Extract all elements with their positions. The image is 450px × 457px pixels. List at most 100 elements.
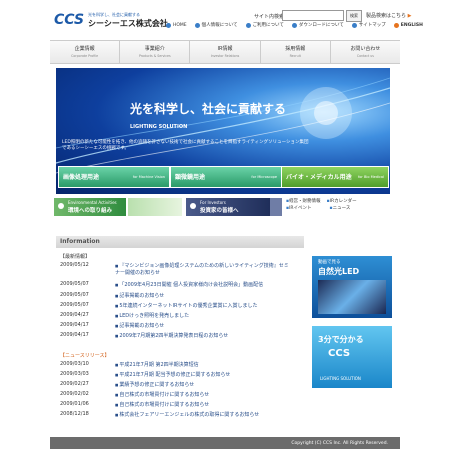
site-search-input[interactable] <box>282 10 344 21</box>
banner-label: 投資家の皆様へ <box>200 208 239 214</box>
ccs-logo-mark: CCS <box>54 12 84 28</box>
ir-links: ▪経営・財務情報 ▪IRカレンダー ▪IRイベント ▪ニュース <box>286 198 396 212</box>
list-item[interactable]: 2009/01/06 自己株式の市場買付けに関するお知らせ <box>60 401 300 411</box>
list-item[interactable]: 2009/05/07 「2009年4月23日開催 個人投資家様向け会社説明会」動… <box>60 281 300 291</box>
list-item[interactable]: 2009/02/02 自己株式の市場買付けに関するお知らせ <box>60 391 300 401</box>
svg-text:CCS: CCS <box>54 12 84 28</box>
item-date: 2009/02/27 <box>60 381 89 387</box>
list-item[interactable]: 2009/02/27 業績予想の修正に関するお知らせ <box>60 381 300 391</box>
nav-label: 企業情報 <box>74 46 95 52</box>
item-title: 記事掲載のお知らせ <box>115 322 299 329</box>
item-title: 記事掲載のお知らせ <box>115 292 299 299</box>
category-sublabel: for Microscope <box>251 175 277 179</box>
list-item[interactable]: 2009/05/07 記事掲載のお知らせ <box>60 292 300 302</box>
list-item[interactable]: 2009/03/03 平成21年7月期 配当予想の修正に関するお知らせ <box>60 371 300 381</box>
util-privacy[interactable]: 個人情報について <box>194 21 238 29</box>
ccs-in-3-minutes-banner[interactable]: 3分で分かる CCS LIGHTING SOLUTION <box>312 326 392 388</box>
banner-sublabel: 動画で見る <box>318 260 341 265</box>
company-logo[interactable]: CCS 光を科学し、社会に貢献する シーシーエス株式会社 <box>54 10 168 28</box>
investors-illustration <box>270 198 282 216</box>
natural-light-led-video-banner[interactable]: 動画で見る 自然光LED <box>312 256 392 318</box>
nav-contact[interactable]: お問い合わせ Contact us <box>331 41 400 63</box>
util-home-label: HOME <box>173 22 187 28</box>
util-privacy-label: 個人情報について <box>201 23 238 28</box>
bullet-icon <box>245 22 251 28</box>
nav-label: 採用情報 <box>285 46 306 52</box>
nav-sublabel: Investor Relations <box>210 54 240 58</box>
ir-link-finance[interactable]: ▪経営・財務情報 <box>286 198 321 205</box>
list-item[interactable]: 2009/04/27 LEDけっき照明を発売しました <box>60 312 300 322</box>
ir-link-news[interactable]: ▪ニュース <box>330 205 351 212</box>
util-sitemap[interactable]: サイトマップ <box>351 21 386 29</box>
home-icon <box>166 22 171 28</box>
category-bio-medical-button[interactable]: バイオ・メディカル用途 for Bio Medical <box>281 166 389 188</box>
item-title: 2009年7月期第2四半期決算発表日程のお知らせ <box>115 332 299 339</box>
item-title: 平成21年7月期 配当予想の修正に関するお知らせ <box>115 371 299 378</box>
information-title: Information <box>60 238 100 245</box>
latest-label: 【最新情報】 <box>60 254 91 260</box>
item-title: 自己株式の市場買付けに関するお知らせ <box>115 401 299 408</box>
site-footer: Copyright (C) CCS Inc. All Rights Reserv… <box>50 437 400 449</box>
list-item[interactable]: 2009/04/17 記事掲載のお知らせ <box>60 322 300 332</box>
util-english[interactable]: ENGLISH <box>393 21 423 29</box>
bullet-icon <box>291 22 297 28</box>
banner-sublabel: Environmental Activities <box>68 200 117 205</box>
nav-sublabel: Recruit <box>289 54 301 58</box>
search-label: サイト内検索 <box>254 14 285 20</box>
banner-sublabel: For Investors <box>200 200 226 205</box>
ir-link-events[interactable]: ▪IRイベント <box>286 205 312 212</box>
category-machine-vision-button[interactable]: 画像処理用途 for Machine Vision <box>58 166 170 188</box>
list-item[interactable]: 2009/05/07 5年連続インターネットIRサイトの優秀企業賞に入賞しました <box>60 302 300 312</box>
category-label: バイオ・メディカル用途 <box>286 174 352 181</box>
item-title: 株式会社フェアリーエンジェルの株式の取得に関するお知らせ <box>115 411 299 418</box>
banner-title: CCS <box>328 348 351 359</box>
utility-links: HOME 個人情報について ご利用について ダウンロードについて サイトマップ … <box>166 21 423 29</box>
list-item[interactable]: 2009/03/10 平成21年7月期 第2四半期決算短信 <box>60 361 300 371</box>
item-date: 2009/05/07 <box>60 302 89 308</box>
ir-link-calendar[interactable]: ▪IRカレンダー <box>327 198 357 205</box>
list-item[interactable]: 2009/05/12 『マシンビジョン画像処理システムのための新しいライティング… <box>60 262 300 276</box>
nav-products[interactable]: 事業紹介 Products & Services <box>120 41 191 63</box>
util-download[interactable]: ダウンロードについて <box>291 21 344 29</box>
category-sublabel: for Bio Medical <box>358 175 384 179</box>
item-title: 業績予想の修正に関するお知らせ <box>115 381 299 388</box>
banner-label: 自然光LED <box>318 267 360 276</box>
hero-text: LED照明の新たな可能性を拓き、他の追随を許さない技術で社会に貢献することを目指… <box>62 140 309 151</box>
item-date: 2009/05/07 <box>60 281 89 287</box>
ir-link-label: IRカレンダー <box>329 199 357 204</box>
item-title: 自己株式の市場買付けに関するお知らせ <box>115 391 299 398</box>
item-title: LEDけっき照明を発売しました <box>115 312 299 319</box>
item-date: 2009/03/03 <box>60 371 89 377</box>
hero-title: 光を科学し、社会に貢献する <box>130 102 287 116</box>
category-microscope-button[interactable]: 顕微鏡用途 for Microscope <box>170 166 282 188</box>
nav-ir[interactable]: IR情報 Investor Relations <box>190 41 261 63</box>
nav-sublabel: Contact us <box>356 54 374 58</box>
item-date: 2008/12/18 <box>60 411 89 417</box>
nav-sublabel: Products & Services <box>138 54 171 58</box>
util-home[interactable]: HOME <box>166 21 187 29</box>
investors-banner[interactable]: For Investors 投資家の皆様へ <box>186 198 270 216</box>
util-terms[interactable]: ご利用について <box>245 21 284 29</box>
item-title: 5年連続インターネットIRサイトの優秀企業賞に入賞しました <box>115 302 299 309</box>
product-search-link[interactable]: 製品検索はこちら ▶ <box>366 12 411 19</box>
nav-recruit[interactable]: 採用情報 Recruit <box>261 41 331 63</box>
item-date: 2009/04/17 <box>60 322 89 328</box>
item-title: 『マシンビジョン画像処理システムのための新しいライティング技術』セミ <box>115 262 299 269</box>
nav-label: IR情報 <box>217 46 233 52</box>
hero-subtitle: LIGHTING SOLUTION <box>130 124 188 130</box>
list-item[interactable]: 2008/12/18 株式会社フェアリーエンジェルの株式の取得に関するお知らせ <box>60 411 300 421</box>
site-header: CCS 光を科学し、社会に貢献する シーシーエス株式会社 サイト内検索 検索 製… <box>0 0 450 36</box>
ir-row: ▪IRイベント ▪ニュース <box>286 205 396 212</box>
item-date: 2009/03/10 <box>60 361 89 367</box>
item-title: 平成21年7月期 第2四半期決算短信 <box>115 361 299 368</box>
ir-link-label: IRイベント <box>289 206 312 211</box>
item-title: 「2009年4月23日開催 個人投資家様向け会社説明会」動画配信 <box>115 281 299 288</box>
environment-banner[interactable]: Environmental Activities 環境への取り組み <box>54 198 126 216</box>
item-title-cont: ナー開催のお知らせ <box>115 270 160 276</box>
information-header: Information <box>56 236 304 248</box>
global-nav: 企業情報 Corporate Profile 事業紹介 Products & S… <box>50 40 400 64</box>
nav-corporate[interactable]: 企業情報 Corporate Profile <box>50 41 121 63</box>
news-release-label: 【ニュースリリース】 <box>60 353 110 359</box>
banner-sublabel: LIGHTING SOLUTION <box>320 376 361 381</box>
list-item[interactable]: 2009/04/17 2009年7月期第2四半期決算発表日程のお知らせ <box>60 332 300 342</box>
